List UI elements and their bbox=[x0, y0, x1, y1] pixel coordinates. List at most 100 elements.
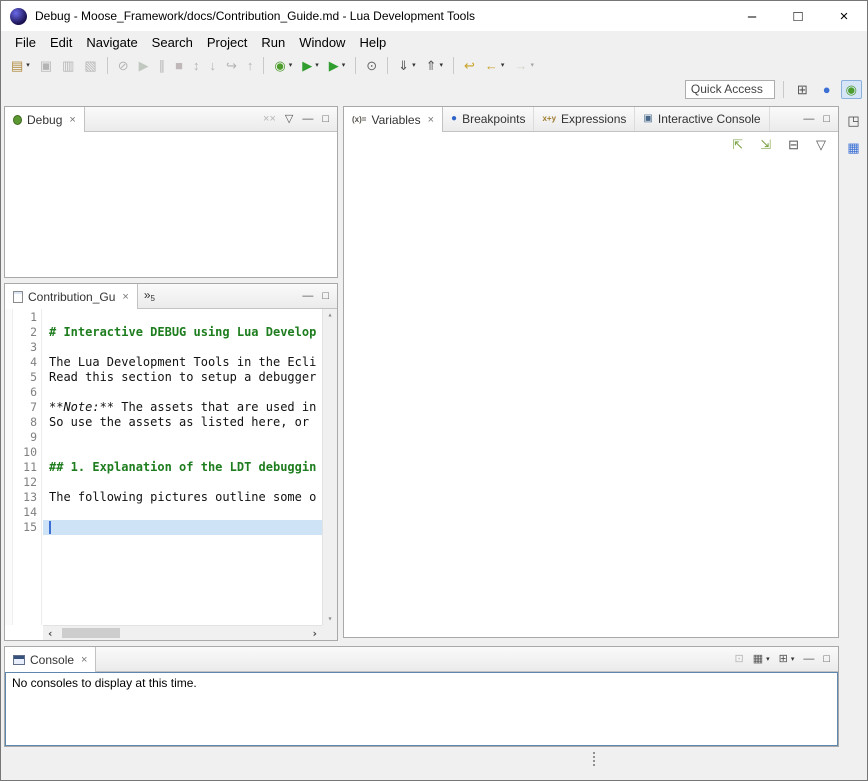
code-line[interactable] bbox=[43, 385, 322, 400]
line-number[interactable]: 11 bbox=[13, 460, 37, 475]
quick-access-box[interactable]: Quick Access bbox=[685, 80, 775, 99]
window-maximize-button[interactable]: □ bbox=[775, 1, 821, 31]
scroll-up-icon[interactable]: ▴ bbox=[328, 311, 333, 319]
line-number[interactable]: 15 bbox=[13, 520, 37, 535]
back-button[interactable]: ←▾ bbox=[481, 57, 509, 74]
minimize-view-button[interactable]: — bbox=[299, 290, 316, 303]
step-over-button[interactable]: ↪ bbox=[222, 57, 241, 74]
code-line[interactable]: Read this section to setup a debugger bbox=[43, 370, 322, 385]
line-number[interactable]: 13 bbox=[13, 490, 37, 505]
annotation-ruler[interactable] bbox=[5, 309, 13, 625]
view-menu-button[interactable]: ▽ bbox=[282, 113, 296, 126]
code-line[interactable] bbox=[43, 520, 322, 535]
tab-debug[interactable]: Debug × bbox=[5, 107, 85, 132]
suspend-button[interactable]: ∥ bbox=[155, 57, 170, 74]
line-number[interactable]: 12 bbox=[13, 475, 37, 490]
external-tools-button[interactable]: ▶▾ bbox=[325, 57, 350, 74]
save-button[interactable]: ▣ bbox=[36, 57, 56, 74]
tab-overflow-chevron[interactable]: »5 bbox=[138, 284, 161, 308]
menu-edit[interactable]: Edit bbox=[43, 33, 79, 52]
line-number-gutter[interactable]: 123456789101112131415 bbox=[13, 309, 42, 625]
line-number[interactable]: 3 bbox=[13, 340, 37, 355]
last-edit-location-button[interactable]: ↩ bbox=[460, 57, 479, 74]
run-button[interactable]: ▶▾ bbox=[298, 57, 323, 74]
console-body[interactable]: No consoles to display at this time. bbox=[5, 672, 838, 746]
collapse-all-button[interactable]: ⊟ bbox=[784, 136, 803, 153]
close-icon[interactable]: × bbox=[69, 114, 75, 126]
line-number[interactable]: 7 bbox=[13, 400, 37, 415]
line-number[interactable]: 9 bbox=[13, 430, 37, 445]
forward-button[interactable]: →▾ bbox=[510, 57, 538, 74]
menu-file[interactable]: File bbox=[8, 33, 43, 52]
minimize-view-button[interactable]: — bbox=[800, 653, 817, 666]
menu-run[interactable]: Run bbox=[254, 33, 292, 52]
close-icon[interactable]: × bbox=[122, 291, 128, 303]
scroll-left-icon[interactable]: ‹ bbox=[47, 628, 54, 639]
sash-grip[interactable] bbox=[593, 752, 595, 766]
skip-breakpoints-button[interactable]: ⊘ bbox=[114, 57, 133, 74]
scroll-down-icon[interactable]: ▾ bbox=[328, 615, 333, 623]
menu-project[interactable]: Project bbox=[200, 33, 254, 52]
code-line[interactable] bbox=[43, 475, 322, 490]
next-annotation-button[interactable]: ⇓▾ bbox=[394, 57, 419, 74]
code-line[interactable]: The following pictures outline some o bbox=[43, 490, 322, 505]
line-number[interactable]: 6 bbox=[13, 385, 37, 400]
step-into-button[interactable]: ↓ bbox=[205, 57, 220, 74]
previous-annotation-button[interactable]: ⇑▾ bbox=[422, 57, 447, 74]
lua-perspective-button[interactable]: ● bbox=[818, 80, 836, 99]
scroll-right-icon[interactable]: › bbox=[311, 628, 318, 639]
restore-editor-button[interactable]: ◳ bbox=[844, 110, 864, 130]
code-line[interactable] bbox=[43, 505, 322, 520]
open-console-button[interactable]: ⊞▾ bbox=[776, 653, 798, 666]
horizontal-scrollbar[interactable]: ‹ › bbox=[43, 625, 322, 640]
maximize-view-button[interactable]: □ bbox=[820, 653, 833, 666]
line-number[interactable]: 8 bbox=[13, 415, 37, 430]
vertical-scrollbar[interactable]: ▴ ▾ bbox=[322, 309, 337, 625]
print-button[interactable]: ▧ bbox=[80, 57, 100, 74]
maximize-view-button[interactable]: □ bbox=[820, 113, 833, 126]
maximize-view-button[interactable]: □ bbox=[319, 113, 332, 126]
minimize-view-button[interactable]: — bbox=[299, 113, 316, 126]
line-number[interactable]: 14 bbox=[13, 505, 37, 520]
disconnect-button[interactable]: ↕ bbox=[189, 57, 204, 74]
scrollbar-thumb[interactable] bbox=[62, 628, 120, 638]
tab-expressions[interactable]: x+yExpressions bbox=[534, 107, 635, 131]
variables-body[interactable] bbox=[344, 155, 838, 637]
code-line[interactable]: # Interactive DEBUG using Lua Develop bbox=[43, 325, 322, 340]
tab-console[interactable]: Console × bbox=[5, 647, 96, 672]
line-number[interactable]: 5 bbox=[13, 370, 37, 385]
menu-search[interactable]: Search bbox=[145, 33, 200, 52]
menu-navigate[interactable]: Navigate bbox=[79, 33, 144, 52]
menu-window[interactable]: Window bbox=[292, 33, 352, 52]
code-line[interactable] bbox=[43, 310, 322, 325]
new-wizard-button[interactable]: ▤▾ bbox=[7, 57, 34, 74]
window-minimize-button[interactable]: – bbox=[729, 1, 775, 31]
show-logical-structures-button[interactable]: ⇲ bbox=[756, 136, 775, 153]
open-console-page-button[interactable]: ⊡ bbox=[731, 653, 746, 666]
debug-perspective-button[interactable]: ◉ bbox=[841, 80, 862, 99]
code-line[interactable] bbox=[43, 340, 322, 355]
line-number[interactable]: 1 bbox=[13, 310, 37, 325]
line-number[interactable]: 4 bbox=[13, 355, 37, 370]
search-button[interactable]: ⊙ bbox=[362, 57, 381, 74]
show-type-names-button[interactable]: ⇱ bbox=[728, 136, 747, 153]
view-menu-button[interactable]: ▽ bbox=[812, 136, 830, 153]
code-line[interactable]: So use the assets as listed here, or bbox=[43, 415, 322, 430]
remove-terminated-button[interactable]: ×× bbox=[260, 113, 279, 126]
close-icon[interactable]: × bbox=[81, 654, 87, 666]
window-close-button[interactable]: × bbox=[821, 1, 867, 31]
code-line[interactable] bbox=[43, 430, 322, 445]
tab-variables[interactable]: (x)=Variables× bbox=[344, 107, 443, 132]
line-number[interactable]: 2 bbox=[13, 325, 37, 340]
code-line[interactable]: **Note:** The assets that are used in bbox=[43, 400, 322, 415]
outline-view-button[interactable]: ▦ bbox=[844, 137, 864, 157]
display-selected-console-button[interactable]: ▦▾ bbox=[750, 653, 773, 666]
editor-body[interactable]: 123456789101112131415 # Interactive DEBU… bbox=[5, 309, 337, 640]
menu-help[interactable]: Help bbox=[352, 33, 393, 52]
terminate-button[interactable]: ■ bbox=[171, 57, 187, 74]
tab-interactive-console[interactable]: ▣Interactive Console bbox=[635, 107, 769, 131]
close-icon[interactable]: × bbox=[428, 114, 434, 126]
step-return-button[interactable]: ↑ bbox=[243, 57, 258, 74]
line-number[interactable]: 10 bbox=[13, 445, 37, 460]
resume-button[interactable]: ▶ bbox=[135, 57, 153, 74]
